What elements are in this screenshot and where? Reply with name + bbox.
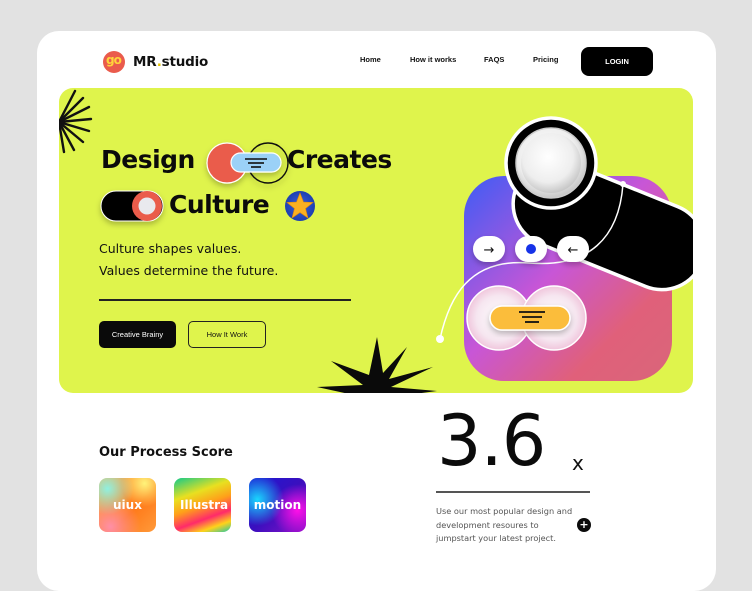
hero-banner: → ← Design Creates Culture Culture shape…	[59, 88, 693, 393]
divider	[99, 299, 351, 301]
toggle-pill-icon	[206, 142, 289, 184]
sunburst-decoration	[59, 89, 93, 154]
arrow-left-icon: ←	[568, 243, 579, 258]
brand-name-prefix: MR	[133, 54, 157, 70]
arrow-right-icon: →	[484, 243, 495, 258]
center-dot-chip	[515, 236, 547, 262]
brand-logo[interactable]: go MR.studio	[103, 51, 208, 73]
logo-glyph: go	[106, 53, 122, 67]
plus-icon[interactable]: +	[577, 518, 591, 532]
headline-design: Design	[101, 145, 195, 174]
brand-name-suffix: studio	[161, 54, 209, 70]
creative-brainy-button[interactable]: Creative Brainy	[99, 321, 176, 348]
nav-how-it-works[interactable]: How it works	[410, 55, 456, 64]
subtitle-line-1: Culture shapes values.	[99, 241, 242, 256]
brand-name: MR.studio	[133, 54, 208, 70]
tile-motion[interactable]: motion	[249, 478, 306, 532]
arrow-left-chip: ←	[557, 236, 589, 262]
logo-icon: go	[103, 51, 125, 73]
nav-pricing[interactable]: Pricing	[533, 55, 558, 64]
switch-toggle-icon	[100, 190, 164, 222]
star-badge-icon	[285, 191, 315, 221]
nav-faqs[interactable]: FAQS	[484, 55, 504, 64]
nav-home[interactable]: Home	[360, 55, 381, 64]
process-score-title: Our Process Score	[99, 445, 233, 460]
tile-motion-label: motion	[253, 498, 302, 512]
score-description: Use our most popular design and developm…	[436, 506, 573, 543]
headline-culture: Culture	[169, 190, 270, 219]
score-value: 3.6	[437, 400, 546, 482]
arrow-right-chip: →	[473, 236, 505, 262]
score-divider	[436, 491, 590, 493]
page-card: go MR.studio Home How it works FAQS Pric…	[37, 31, 716, 591]
tile-uiux-label: uiux	[113, 498, 142, 512]
spiky-star-decoration	[317, 337, 437, 393]
subtitle-line-2: Values determine the future.	[99, 263, 279, 278]
how-it-work-button[interactable]: How It Work	[188, 321, 266, 348]
tile-illustration-label: Illustra	[180, 498, 229, 512]
score-suffix: x	[572, 451, 584, 475]
headline-creates: Creates	[287, 145, 392, 174]
tile-uiux[interactable]: uiux	[99, 478, 156, 532]
tile-illustration[interactable]: Illustra	[174, 478, 231, 532]
login-button[interactable]: LOGIN	[581, 47, 653, 76]
